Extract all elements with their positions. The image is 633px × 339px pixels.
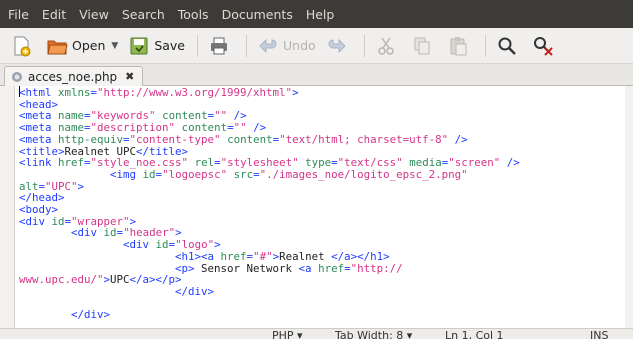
menu-help[interactable]: Help bbox=[306, 7, 335, 22]
code-line[interactable]: <html xmlns="http://www.w3.org/1999/xhtm… bbox=[19, 86, 520, 99]
code-token: /> bbox=[500, 156, 520, 170]
document-icon bbox=[11, 71, 23, 83]
code-token: </div> bbox=[175, 284, 215, 298]
scissors-icon bbox=[375, 35, 397, 57]
code-token: <img bbox=[110, 167, 143, 181]
tab-label: acces_noe.php bbox=[28, 69, 118, 84]
paste-button[interactable] bbox=[447, 35, 473, 57]
document-tab-bar: acces_noe.php ✖ bbox=[0, 64, 633, 86]
tab-acces-noe[interactable]: acces_noe.php ✖ bbox=[4, 66, 144, 86]
status-bar: PHP ▾ Tab Width: 8 ▾ Ln 1, Col 1 INS bbox=[0, 328, 633, 339]
code-token: "./images_noe/logito_epsc_2.png" bbox=[259, 167, 468, 181]
toolbar-separator bbox=[363, 34, 365, 57]
code-editor[interactable]: <html xmlns="http://www.w3.org/1999/xhtm… bbox=[14, 86, 625, 328]
undo-button[interactable]: Undo bbox=[257, 35, 316, 57]
code-token: Sensor Network bbox=[194, 261, 299, 275]
code-token: href bbox=[318, 261, 345, 275]
menu-documents[interactable]: Documents bbox=[222, 7, 293, 22]
find-button[interactable] bbox=[496, 35, 522, 57]
code-line[interactable]: ​ bbox=[19, 321, 520, 328]
cut-button[interactable] bbox=[375, 35, 401, 57]
undo-icon bbox=[257, 35, 279, 57]
code-line[interactable]: <img id="logoepsc" src="./images_noe/log… bbox=[19, 169, 520, 181]
code-token: "http:// bbox=[350, 261, 403, 275]
code-token: /> bbox=[448, 132, 468, 146]
toolbar: Open ▼ Save Undo bbox=[0, 28, 633, 64]
menu-bar: File Edit View Search Tools Documents He… bbox=[0, 0, 633, 28]
code-line[interactable]: alt="UPC"> bbox=[19, 179, 520, 193]
search-icon bbox=[496, 35, 518, 57]
code-token: content bbox=[227, 132, 273, 146]
code-line[interactable]: </head> bbox=[19, 192, 520, 204]
open-label: Open bbox=[72, 38, 106, 53]
code-token: > bbox=[77, 179, 85, 193]
open-dropdown-icon[interactable]: ▼ bbox=[111, 41, 118, 51]
menu-file[interactable]: File bbox=[8, 7, 29, 22]
code-token: id bbox=[142, 167, 156, 181]
print-button[interactable] bbox=[208, 35, 234, 57]
menu-search[interactable]: Search bbox=[122, 7, 165, 22]
code-token: "logoepsc" bbox=[162, 167, 228, 181]
code-line[interactable]: </div> bbox=[19, 309, 520, 321]
code-token: "http://www.w3.org/1999/xhtml" bbox=[97, 86, 293, 99]
code-line[interactable]: </div> bbox=[19, 286, 520, 298]
redo-button[interactable] bbox=[326, 35, 352, 57]
menu-tools[interactable]: Tools bbox=[178, 7, 209, 22]
code-token: <a bbox=[298, 261, 319, 275]
find-replace-icon bbox=[532, 35, 554, 57]
code-token: > bbox=[292, 86, 299, 99]
save-label: Save bbox=[154, 38, 185, 53]
undo-label: Undo bbox=[283, 38, 316, 53]
toolbar-separator bbox=[484, 34, 486, 57]
code-token: src bbox=[233, 167, 254, 181]
code-token: xmlns bbox=[58, 86, 91, 99]
save-button[interactable]: Save bbox=[128, 35, 185, 57]
menu-edit[interactable]: Edit bbox=[42, 7, 66, 22]
save-icon bbox=[128, 35, 150, 57]
code-text[interactable]: <html xmlns="http://www.w3.org/1999/xhtm… bbox=[19, 86, 520, 328]
printer-icon bbox=[208, 35, 230, 57]
open-button[interactable]: Open ▼ bbox=[46, 35, 118, 57]
new-button[interactable] bbox=[10, 35, 36, 57]
code-token: </div> bbox=[71, 308, 111, 322]
folder-open-icon bbox=[46, 35, 68, 57]
redo-icon bbox=[326, 35, 348, 57]
new-document-icon bbox=[10, 35, 32, 57]
code-token: "text/html; charset=utf-8" bbox=[279, 132, 449, 146]
copy-button[interactable] bbox=[411, 35, 437, 57]
paste-icon bbox=[447, 35, 469, 57]
replace-button[interactable] bbox=[532, 35, 558, 57]
toolbar-separator bbox=[197, 34, 198, 57]
toolbar-separator bbox=[246, 34, 247, 57]
close-tab-icon[interactable]: ✖ bbox=[125, 70, 134, 83]
copy-icon bbox=[411, 35, 433, 57]
menu-view[interactable]: View bbox=[79, 7, 109, 22]
